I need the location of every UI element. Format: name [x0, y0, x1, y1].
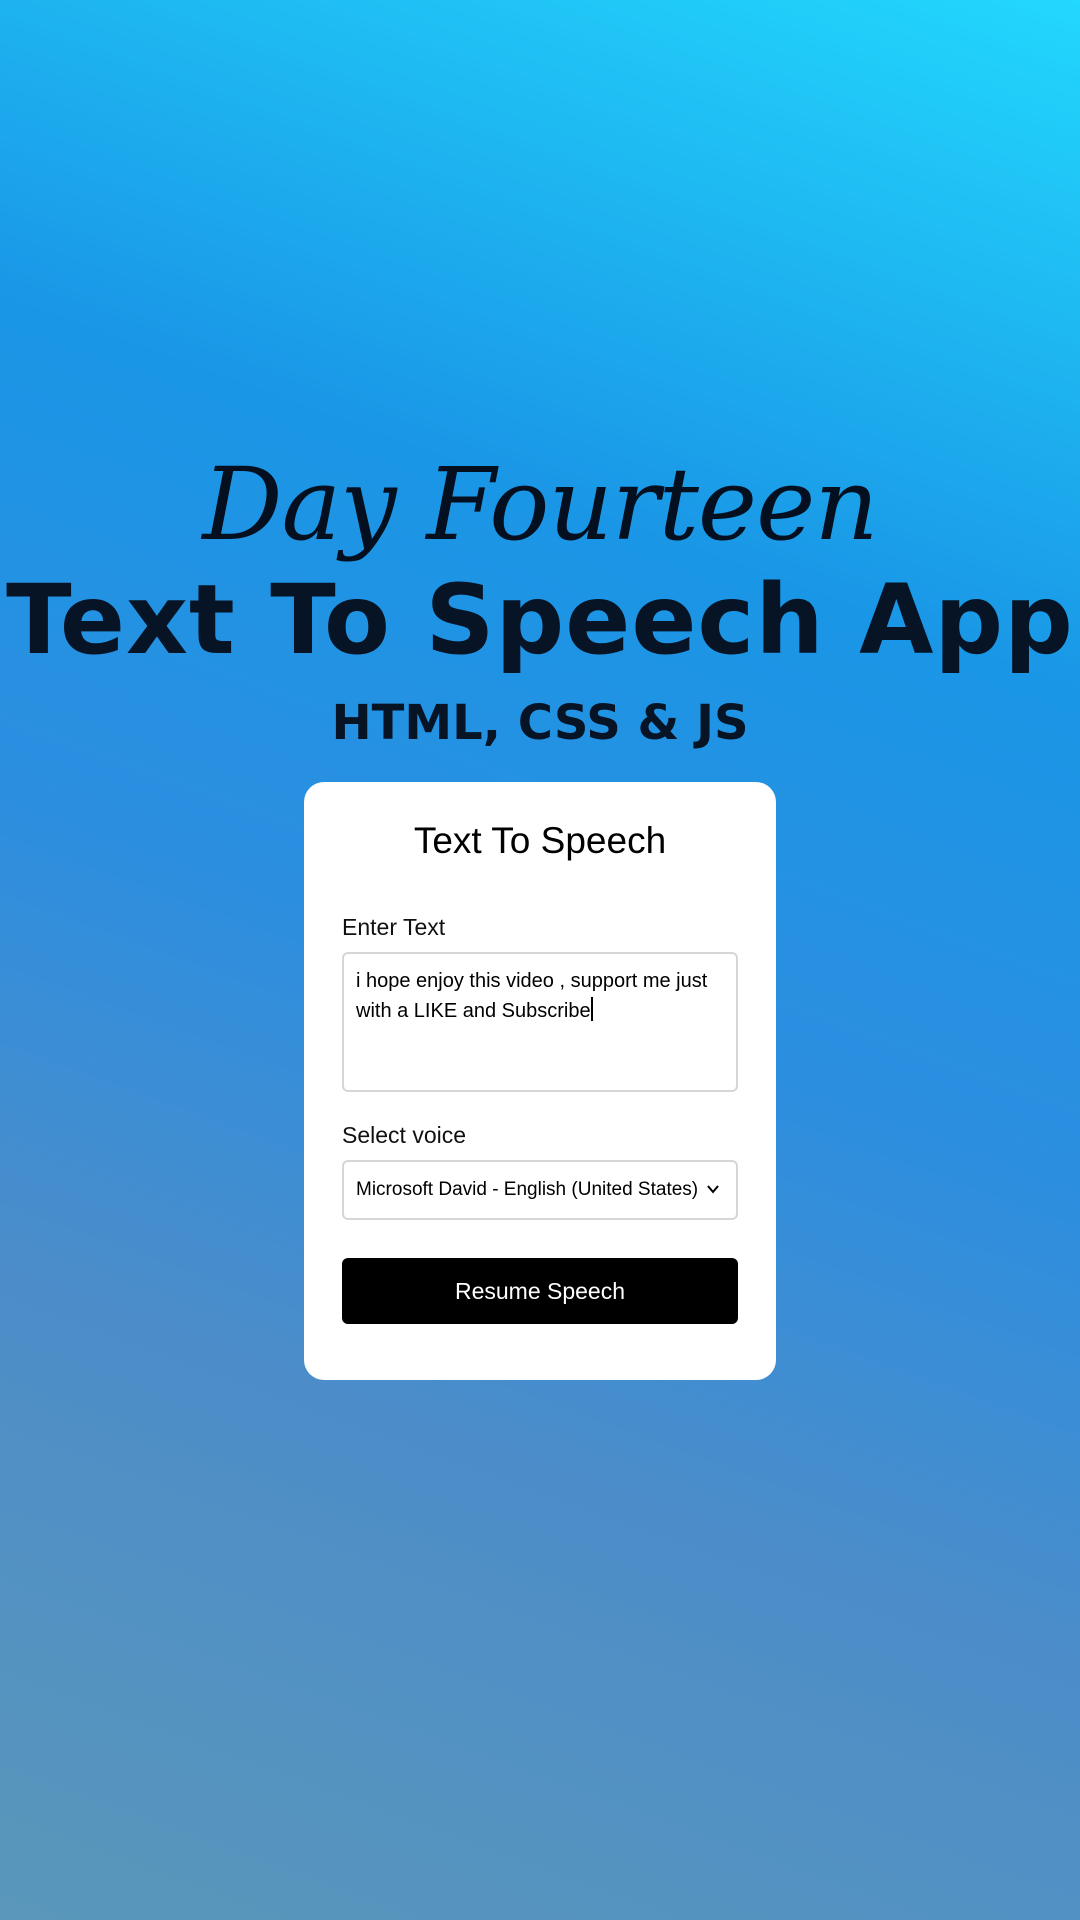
sub-title: HTML, CSS & JS	[331, 695, 749, 751]
text-input-value: i hope enjoy this video , support me jus…	[356, 970, 708, 1022]
text-cursor	[590, 997, 593, 1021]
script-title: Day Fourteen	[202, 446, 878, 563]
tts-card: Text To Speech Enter Text i hope enjoy t…	[304, 782, 776, 1380]
card-title: Text To Speech	[413, 820, 667, 861]
voice-select-value: Microsoft David - English (United States…	[356, 1179, 699, 1200]
resume-speech-button[interactable]: Resume Speech	[342, 1258, 738, 1324]
voice-select[interactable]: Microsoft David - English (United States…	[342, 1160, 738, 1220]
chevron-down-icon	[707, 1185, 719, 1194]
main-title: Text To Speech App	[6, 564, 1074, 676]
select-voice-label: Select voice	[342, 1122, 467, 1148]
enter-text-label: Enter Text	[342, 914, 446, 940]
text-input[interactable]: i hope enjoy this video , support me jus…	[342, 952, 738, 1092]
